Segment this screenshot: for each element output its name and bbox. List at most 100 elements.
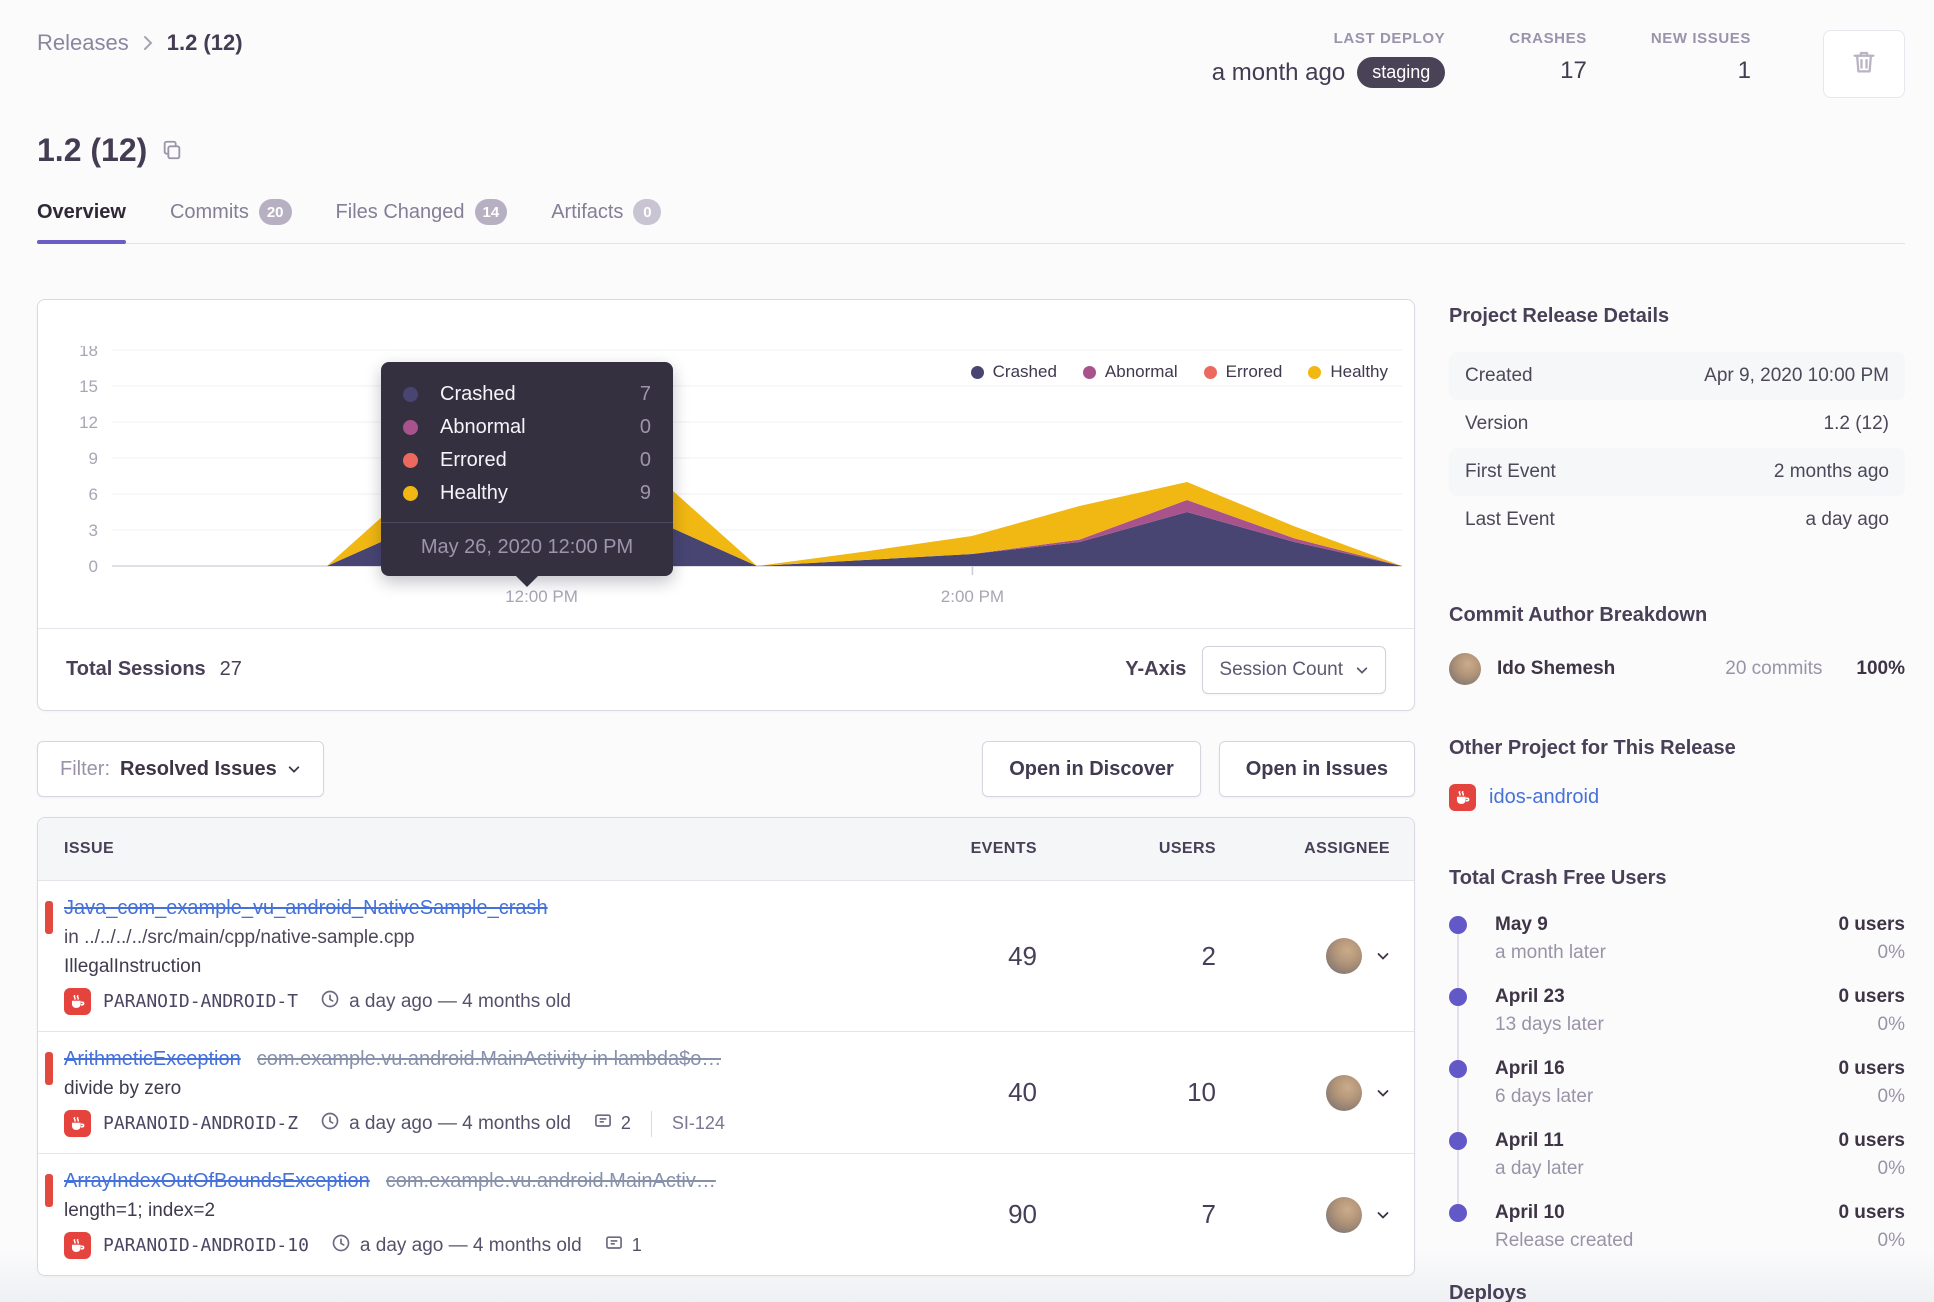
- chevron-down-icon: [1355, 663, 1369, 677]
- copy-icon[interactable]: [161, 139, 183, 166]
- issue-title-link[interactable]: ArithmeticException: [64, 1048, 241, 1071]
- issues-table: ISSUE EVENTS USERS ASSIGNEE Java_com_exa…: [37, 817, 1415, 1276]
- stat-crashes: CRASHES 17: [1509, 30, 1587, 85]
- tooltip-errored-label: Errored: [440, 449, 507, 471]
- meta-divider: [650, 1110, 652, 1137]
- issue-row: Java_com_example_vu_android_NativeSample…: [38, 880, 1414, 1031]
- total-sessions-label: Total Sessions: [66, 658, 206, 680]
- timeline-date: April 16: [1495, 1058, 1565, 1079]
- project-coffee-icon: [1449, 784, 1476, 811]
- abnormal-dot-icon: [1082, 365, 1096, 379]
- timeline-sub: a day later: [1495, 1158, 1584, 1179]
- stat-new-issues-value: 1: [1737, 57, 1751, 84]
- error-level-bar: [45, 1052, 53, 1085]
- assignee-avatar[interactable]: [1326, 1074, 1362, 1111]
- legend-errored-label: Errored: [1225, 362, 1283, 381]
- issue-users-count: 7: [1201, 1199, 1216, 1229]
- issue-title-link[interactable]: ArrayIndexOutOfBoundsException: [64, 1170, 370, 1193]
- errored-dot-icon: [1203, 365, 1217, 379]
- detail-value: a day ago: [1805, 509, 1889, 530]
- issue-users-count: 10: [1187, 1077, 1216, 1107]
- legend-item-healthy[interactable]: Healthy: [1308, 362, 1388, 382]
- crash-free-heading: Total Crash Free Users: [1449, 867, 1667, 889]
- detail-label: Created: [1465, 365, 1533, 386]
- legend-item-errored[interactable]: Errored: [1203, 362, 1283, 382]
- delete-release-button[interactable]: [1823, 30, 1905, 98]
- tooltip-row-crashed: Crashed 7: [403, 378, 651, 411]
- issue-culprit: com.example.vu.android.MainActivity in l…: [256, 1048, 722, 1070]
- detail-label: First Event: [1465, 461, 1556, 482]
- issue-age: a day ago — 4 months old: [349, 1112, 571, 1134]
- issue-title-link[interactable]: Java_com_example_vu_android_NativeSample…: [64, 897, 548, 920]
- issue-row: ArithmeticException com.example.vu.andro…: [38, 1031, 1414, 1153]
- comment-icon: [604, 1233, 624, 1258]
- project-coffee-icon[interactable]: [64, 988, 91, 1015]
- chevron-down-icon[interactable]: [1375, 948, 1391, 964]
- clock-icon: [320, 1111, 340, 1137]
- timeline-entry: April 11 a day later 0 users 0%: [1449, 1130, 1905, 1180]
- other-project-link[interactable]: idos-android: [1489, 786, 1599, 809]
- project-slug[interactable]: PARANOID-ANDROID-10: [103, 1235, 309, 1256]
- filter-prefix-label: Filter:: [60, 757, 110, 780]
- project-slug[interactable]: PARANOID-ANDROID-Z: [103, 1113, 298, 1134]
- timeline-date: May 9: [1495, 914, 1548, 935]
- timeline-date: April 10: [1495, 1202, 1565, 1223]
- issues-filter-dropdown[interactable]: Filter: Resolved Issues: [37, 741, 324, 797]
- tab-artifacts[interactable]: Artifacts 0: [551, 199, 662, 243]
- assignee-avatar[interactable]: [1326, 1196, 1362, 1233]
- breadcrumb: Releases 1.2 (12): [37, 30, 243, 56]
- issue-culprit: com.example.vu.android.MainActiv…: [385, 1170, 716, 1192]
- legend-item-abnormal[interactable]: Abnormal: [1082, 362, 1178, 382]
- stat-last-deploy: LAST DEPLOY a month ago staging: [1212, 30, 1446, 88]
- other-project-row: idos-android: [1449, 784, 1905, 811]
- y-axis-select[interactable]: Session Count: [1202, 645, 1386, 694]
- main-column: 0 3 6 9 12 15 18 12:00 PM 2:00 PM Crashed Abnorm…: [37, 299, 1415, 1302]
- project-coffee-icon[interactable]: [64, 1232, 91, 1259]
- timeline-percent: 0%: [1877, 942, 1905, 963]
- author-avatar: [1449, 653, 1481, 685]
- timeline-percent: 0%: [1877, 1014, 1905, 1035]
- chevron-right-icon: [141, 32, 155, 54]
- tab-files-changed[interactable]: Files Changed 14: [336, 199, 508, 243]
- timeline-dot-icon: [1449, 916, 1467, 934]
- timeline-percent: 0%: [1877, 1158, 1905, 1179]
- chevron-down-icon[interactable]: [1375, 1085, 1391, 1101]
- detail-row-version: Version 1.2 (12): [1449, 400, 1905, 448]
- tab-files-changed-label: Files Changed: [335, 200, 465, 223]
- breadcrumb-releases-link[interactable]: Releases: [37, 30, 129, 56]
- tab-commits[interactable]: Commits 20: [170, 199, 292, 243]
- deploys-heading: Deploys: [1449, 1282, 1527, 1302]
- svg-text:0: 0: [89, 557, 98, 576]
- tooltip-errored-value: 0: [639, 449, 651, 471]
- chart-footer: Total Sessions 27 Y-Axis Session Count: [38, 628, 1414, 710]
- project-slug[interactable]: PARANOID-ANDROID-T: [103, 991, 298, 1012]
- tooltip-date: May 26, 2020 12:00 PM: [420, 536, 634, 558]
- timeline-entry: April 16 6 days later 0 users 0%: [1449, 1058, 1905, 1108]
- issue-users-count: 2: [1201, 940, 1216, 971]
- error-level-bar: [45, 901, 53, 934]
- issue-events-count: 90: [1008, 1199, 1037, 1229]
- timeline-dot-icon: [1449, 1060, 1467, 1078]
- project-coffee-icon[interactable]: [64, 1110, 91, 1137]
- external-issue-ref[interactable]: SI-124: [672, 1113, 725, 1134]
- issues-filter-bar: Filter: Resolved Issues Open in Discover…: [37, 741, 1415, 797]
- tab-overview-label: Overview: [37, 200, 126, 223]
- detail-value: 2 months ago: [1773, 461, 1889, 482]
- timeline-dot-icon: [1449, 1132, 1467, 1150]
- open-in-discover-button[interactable]: Open in Discover: [982, 741, 1201, 797]
- stat-crashes-label: CRASHES: [1509, 30, 1587, 47]
- tab-overview[interactable]: Overview: [37, 199, 126, 244]
- release-details-table: Created Apr 9, 2020 10:00 PM Version 1.2…: [1449, 352, 1905, 544]
- title-row: 1.2 (12): [37, 132, 1905, 169]
- timeline-dot-icon: [1449, 1204, 1467, 1222]
- sessions-area-chart[interactable]: 0 3 6 9 12 15 18 12:00 PM 2:00 PM: [50, 346, 1402, 604]
- chevron-down-icon[interactable]: [1375, 1207, 1391, 1223]
- detail-row-last-event: Last Event a day ago: [1449, 496, 1905, 544]
- open-in-issues-button[interactable]: Open in Issues: [1218, 741, 1415, 797]
- error-level-bar: [45, 1174, 53, 1207]
- legend-item-crashed[interactable]: Crashed: [970, 362, 1057, 382]
- assignee-avatar[interactable]: [1326, 938, 1362, 974]
- timeline-dot-icon: [1449, 988, 1467, 1006]
- crashed-dot-icon: [970, 365, 984, 379]
- timeline-users: 0 users: [1838, 914, 1905, 935]
